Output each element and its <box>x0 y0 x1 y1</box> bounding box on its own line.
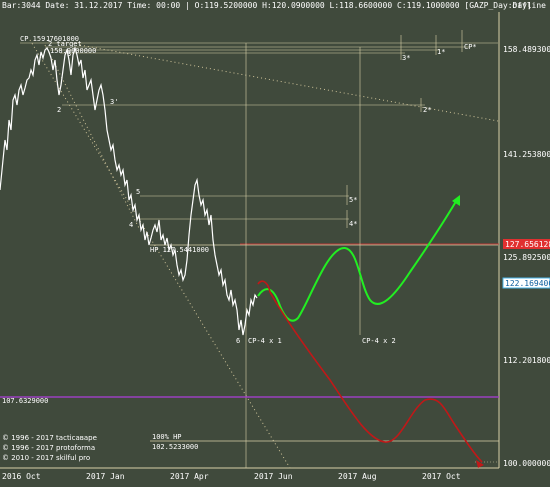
label-cp-star: CP* <box>464 43 477 51</box>
x-tick-jun17: 2017 Jun <box>254 472 293 481</box>
x-tick-oct17: 2017 Oct <box>422 472 461 481</box>
label-target-value: 158.9600000 <box>50 47 96 55</box>
label-5: 5 <box>136 188 140 196</box>
x-tick-jan17: 2017 Jan <box>86 472 125 481</box>
price-box-red-text: 127.6561287 <box>505 240 550 249</box>
purple-level-label: 107.6329000 <box>2 397 48 405</box>
copyright-2: © 1996 - 2017 protoforma <box>2 444 95 452</box>
label-6: 6 <box>236 337 240 345</box>
label-cp4x1: CP-4 x 1 <box>248 337 282 345</box>
x-tick-oct16: 2016 Oct <box>2 472 41 481</box>
y-tick-125: 125.8925000 <box>503 253 550 262</box>
label-2-star: 2* <box>423 106 431 114</box>
label-5-star: 5* <box>349 196 357 204</box>
label-3-prime: 3' <box>110 98 118 106</box>
label-1-star: 1* <box>437 48 445 56</box>
label-cp4x2: CP-4 x 2 <box>362 337 396 345</box>
label-hp: HP 127.5441000 <box>150 246 209 254</box>
copyright-1: © 1996 - 2017 tacticaваре <box>2 434 97 442</box>
hp100-label: 100% HP <box>152 433 182 441</box>
chart-canvas[interactable]: CP 159.7601000 2 target 158.9600000 1 2 … <box>0 0 550 487</box>
copyright-3: © 2010 - 2017 skilful pro <box>2 454 90 462</box>
price-box-blue-text: 122.1694000 <box>505 279 550 288</box>
label-2: 2 <box>57 106 61 114</box>
y-tick-100: 100.0000000 <box>503 459 550 468</box>
plot-area <box>0 12 499 468</box>
label-1: 1 <box>46 35 50 43</box>
hp100-value: 102.5233000 <box>152 443 198 451</box>
y-tick-158: 158.4893000 <box>503 45 550 54</box>
label-4: 4 <box>129 221 133 229</box>
y-tick-141: 141.2538000 <box>503 150 550 159</box>
x-tick-aug17: 2017 Aug <box>338 472 377 481</box>
label-3: 3 <box>67 50 71 58</box>
x-tick-apr17: 2017 Apr <box>170 472 209 481</box>
y-tick-112: 112.2018000 <box>503 356 550 365</box>
label-4-star: 4* <box>349 220 357 228</box>
label-3-star: 3* <box>402 54 410 62</box>
